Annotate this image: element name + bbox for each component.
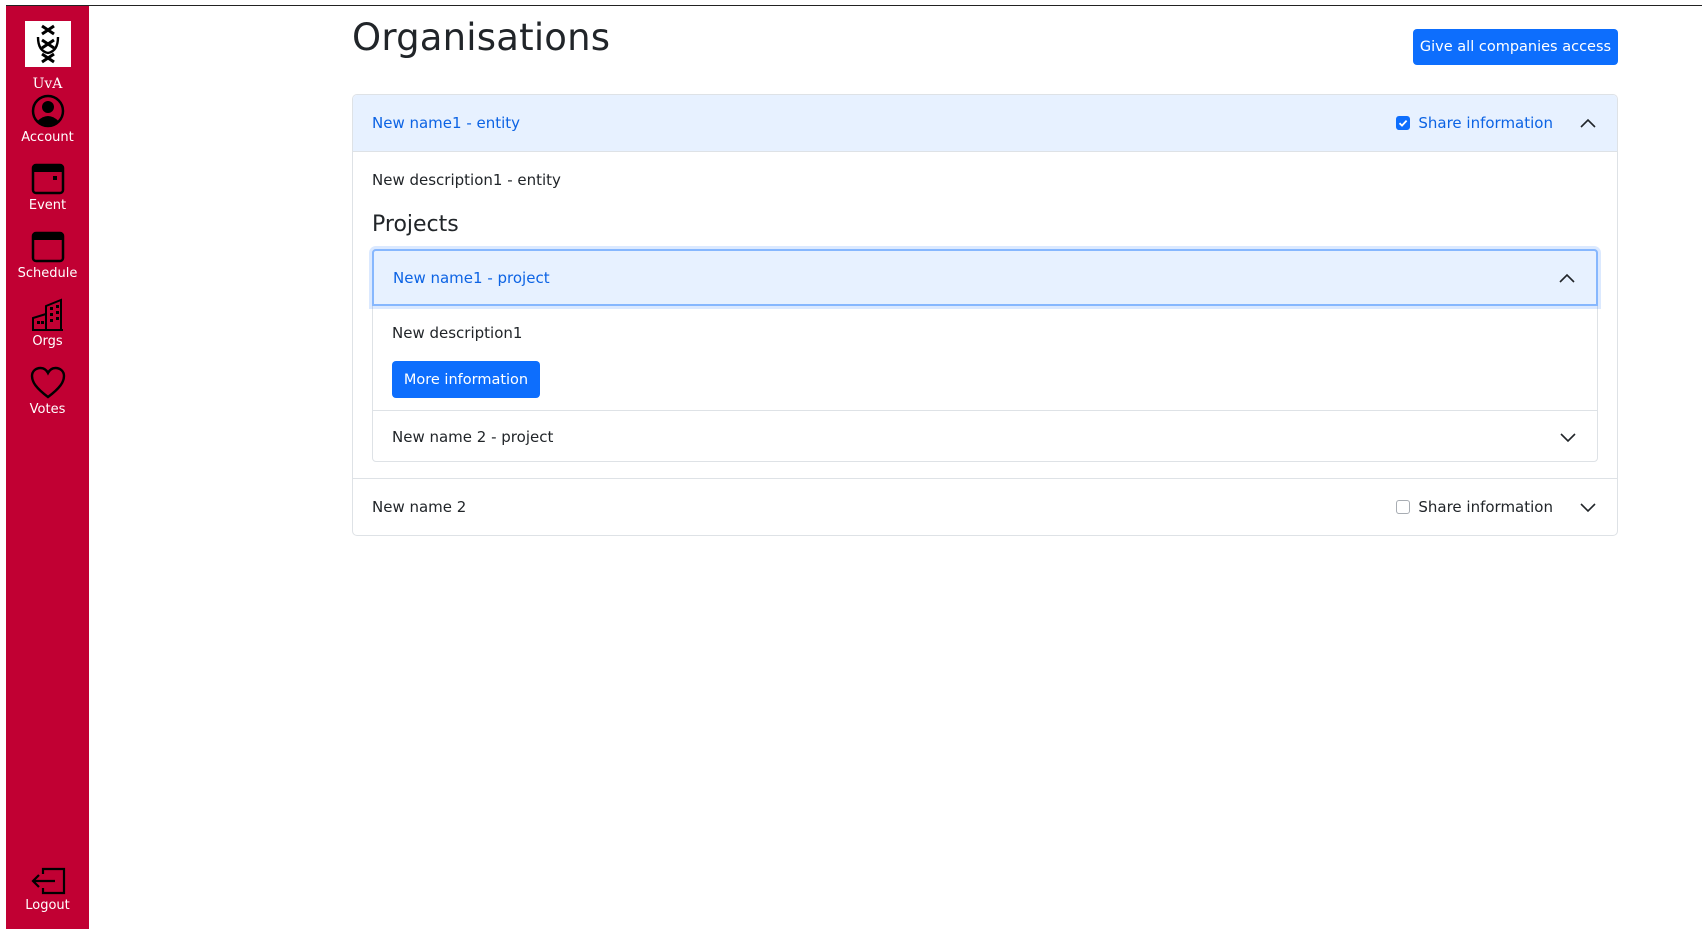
votes-icon bbox=[30, 366, 65, 399]
project-name: New name1 - project bbox=[393, 268, 550, 287]
org-name: New name1 - entity bbox=[372, 114, 521, 132]
share-information-toggle-1[interactable]: Share information bbox=[1396, 114, 1553, 132]
sidebar-item-label: Votes bbox=[29, 402, 66, 417]
sidebar: UvA Account Event Schedule Orgs Votes Lo… bbox=[6, 6, 89, 929]
uva-crosses-icon bbox=[36, 24, 60, 64]
sidebar-item-label: Account bbox=[21, 130, 74, 145]
share-label: Share information bbox=[1418, 114, 1553, 132]
chevron-down-icon[interactable] bbox=[1579, 501, 1597, 513]
organisations-accordion: New name1 - entity Share information New… bbox=[352, 94, 1618, 536]
account-icon bbox=[31, 94, 64, 128]
main-content: Organisations Give all companies access … bbox=[352, 0, 1618, 929]
org-header-2[interactable]: New name 2 Share information bbox=[353, 479, 1617, 535]
sidebar-item-logout[interactable]: Logout bbox=[6, 866, 89, 914]
project-header-2[interactable]: New name 2 - project bbox=[373, 411, 1597, 462]
sidebar-item-label: Logout bbox=[25, 898, 70, 913]
sidebar-item-event[interactable]: Event bbox=[6, 162, 89, 214]
share-label: Share information bbox=[1418, 498, 1553, 516]
org-header-1[interactable]: New name1 - entity Share information bbox=[353, 95, 1617, 152]
sidebar-item-label: Orgs bbox=[32, 334, 63, 349]
sidebar-item-label: Schedule bbox=[17, 266, 78, 281]
sidebar-item-schedule[interactable]: Schedule bbox=[6, 230, 89, 282]
orgs-icon bbox=[31, 298, 63, 331]
logo-text: UvA bbox=[32, 76, 63, 92]
share-checkbox-checked[interactable] bbox=[1396, 116, 1411, 130]
project-description: New description1 bbox=[392, 324, 523, 342]
give-all-access-button[interactable]: Give all companies access bbox=[1413, 29, 1618, 65]
projects-heading: Projects bbox=[372, 212, 459, 237]
org-description: New description1 - entity bbox=[372, 171, 561, 189]
project-header-1[interactable]: New name1 - project bbox=[372, 249, 1598, 306]
logout-icon bbox=[30, 867, 65, 895]
event-icon bbox=[31, 163, 64, 195]
chevron-down-icon[interactable] bbox=[1559, 431, 1577, 443]
chevron-up-icon[interactable] bbox=[1558, 272, 1576, 284]
more-information-button[interactable]: More information bbox=[392, 361, 540, 398]
project-name: New name 2 - project bbox=[392, 427, 554, 446]
chevron-up-icon[interactable] bbox=[1579, 117, 1597, 129]
projects-accordion: New name1 - project New description1 Mor… bbox=[372, 249, 1598, 462]
org-name: New name 2 bbox=[372, 498, 467, 516]
sidebar-item-orgs[interactable]: Orgs bbox=[6, 298, 89, 350]
page-title: Organisations bbox=[352, 16, 611, 59]
uva-logo[interactable] bbox=[25, 21, 71, 67]
sidebar-item-account[interactable]: Account bbox=[6, 94, 89, 146]
sidebar-item-label: Event bbox=[28, 198, 67, 213]
share-information-toggle-2[interactable]: Share information bbox=[1396, 498, 1553, 516]
schedule-icon bbox=[31, 231, 64, 263]
share-checkbox-unchecked[interactable] bbox=[1396, 500, 1411, 514]
sidebar-item-votes[interactable]: Votes bbox=[6, 366, 89, 418]
check-icon bbox=[1399, 119, 1408, 127]
